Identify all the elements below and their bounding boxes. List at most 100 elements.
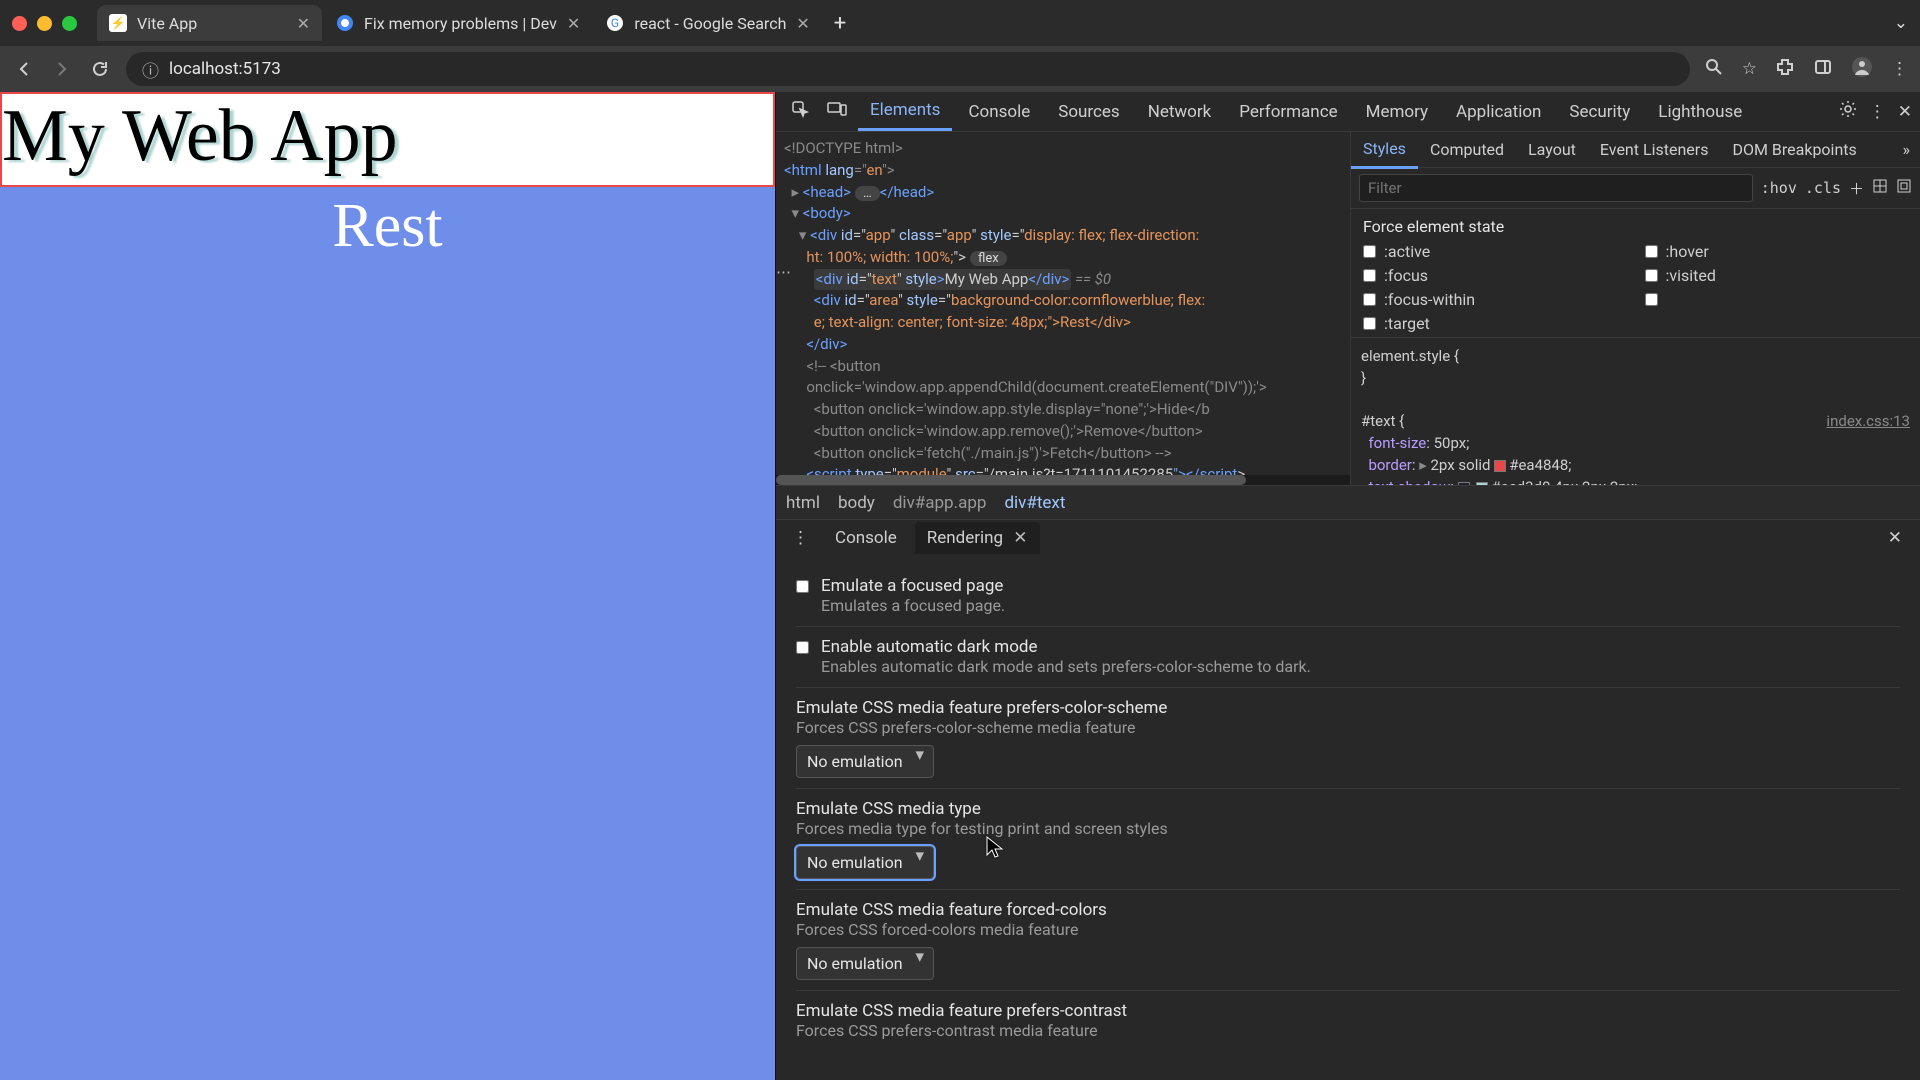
tab-event-listeners[interactable]: Event Listeners [1588, 132, 1721, 167]
new-tab-button[interactable]: + [824, 11, 856, 36]
more-icon[interactable]: ⋮ [1869, 102, 1886, 122]
prefers-color-scheme-select[interactable]: No emulation [796, 745, 934, 778]
device-toggle-icon[interactable] [820, 100, 854, 123]
crumb-html[interactable]: html [786, 493, 820, 513]
traffic-lights [12, 16, 77, 31]
forward-button[interactable] [50, 59, 74, 79]
menu-icon[interactable]: ⋮ [1891, 59, 1908, 79]
drawer-tab-console[interactable]: Console [823, 522, 909, 554]
horizontal-scrollbar[interactable] [776, 475, 1350, 485]
state-focus[interactable]: :focus [1363, 266, 1627, 285]
emulate-focused-page[interactable]: Emulate a focused pageEmulates a focused… [796, 576, 1900, 616]
media-type-label: Emulate CSS media type [796, 799, 1900, 819]
crumb-app[interactable]: div#app.app [893, 493, 987, 513]
state-active[interactable]: :active [1363, 242, 1627, 261]
tab-application[interactable]: Application [1444, 94, 1553, 130]
profile-icon[interactable] [1851, 56, 1873, 83]
media-type-select[interactable]: No emulation [796, 846, 934, 879]
tab-sources[interactable]: Sources [1046, 94, 1131, 130]
crumb-text[interactable]: div#text [1004, 493, 1065, 513]
forced-colors-select[interactable]: No emulation [796, 947, 934, 980]
google-favicon-icon: G [606, 14, 624, 32]
tab-memory[interactable]: Memory [1354, 94, 1440, 130]
toolbar-right: ☆ ⋮ [1704, 56, 1908, 83]
rendering-panel[interactable]: Emulate a focused pageEmulates a focused… [776, 556, 1920, 1080]
reload-button[interactable] [88, 59, 112, 79]
close-tab-icon[interactable]: ✕ [567, 14, 580, 33]
styles-tabs: Styles Computed Layout Event Listeners D… [1351, 132, 1920, 168]
close-tab-icon[interactable]: ✕ [796, 14, 809, 33]
close-devtools-icon[interactable]: ✕ [1898, 102, 1912, 122]
color-swatch-icon[interactable] [1494, 460, 1506, 472]
tab-performance[interactable]: Performance [1227, 94, 1349, 130]
minimize-window-icon[interactable] [37, 16, 52, 31]
drawer-tabs: ⋮ Console Rendering ✕ ✕ [776, 520, 1920, 556]
enable-auto-dark-mode[interactable]: Enable automatic dark modeEnables automa… [796, 637, 1900, 677]
zoom-icon[interactable] [1704, 57, 1724, 82]
tab-styles[interactable]: Styles [1351, 132, 1418, 169]
tab-computed[interactable]: Computed [1418, 132, 1516, 167]
tab-layout[interactable]: Layout [1516, 132, 1588, 167]
tab-title: react - Google Search [634, 14, 786, 33]
tab-vite-app[interactable]: ⚡ Vite App ✕ [97, 5, 322, 41]
box-model-icon[interactable] [1896, 178, 1912, 198]
hov-toggle[interactable]: :hov [1761, 179, 1797, 197]
dom-line: <!DOCTYPE html> [784, 139, 903, 157]
back-button[interactable] [12, 59, 36, 79]
close-tab-icon[interactable]: ✕ [297, 14, 310, 33]
state-focus-visible[interactable] [1645, 290, 1909, 309]
state-hover[interactable]: :hover [1645, 242, 1909, 261]
address-bar[interactable]: ⓘ localhost:5173 [126, 52, 1690, 86]
more-tabs-icon[interactable]: » [1893, 140, 1920, 159]
devtools-tabs: Elements Console Sources Network Perform… [776, 92, 1920, 132]
forced-colors-label: Emulate CSS media feature forced-colors [796, 900, 1900, 920]
tab-strip: ⚡ Vite App ✕ Fix memory problems | Dev ✕… [0, 0, 1920, 46]
extensions-icon[interactable] [1775, 57, 1795, 82]
ellipsis-icon[interactable]: ⋯ [776, 262, 792, 284]
state-focus-within[interactable]: :focus-within [1363, 290, 1627, 309]
page-area: Rest [0, 187, 775, 1080]
tab-elements[interactable]: Elements [858, 92, 952, 131]
sidepanel-icon[interactable] [1813, 57, 1833, 82]
tab-devdocs[interactable]: Fix memory problems | Dev ✕ [324, 5, 592, 41]
vite-favicon-icon: ⚡ [109, 14, 127, 32]
tab-dom-breakpoints[interactable]: DOM Breakpoints [1720, 132, 1868, 167]
prefers-contrast-label: Emulate CSS media feature prefers-contra… [796, 1001, 1900, 1021]
state-visited[interactable]: :visited [1645, 266, 1909, 285]
new-style-rule-icon[interactable]: ＋ [1849, 178, 1864, 199]
drawer-tab-rendering[interactable]: Rendering ✕ [915, 522, 1040, 554]
maximize-window-icon[interactable] [62, 16, 77, 31]
settings-icon[interactable] [1839, 100, 1857, 123]
flex-badge[interactable]: flex [970, 251, 1007, 266]
force-element-state: Force element state :active :hover :focu… [1351, 209, 1920, 338]
inspect-icon[interactable] [784, 100, 816, 123]
cls-toggle[interactable]: .cls [1805, 179, 1841, 197]
workspace: My Web App Rest Elements Console Sources… [0, 92, 1920, 1080]
drawer-menu-icon[interactable]: ⋮ [784, 528, 817, 548]
state-target[interactable]: :target [1363, 314, 1627, 333]
close-drawer-icon[interactable]: ✕ [1878, 528, 1912, 548]
tab-network[interactable]: Network [1136, 94, 1224, 130]
url-text: localhost:5173 [169, 59, 281, 79]
rendered-page: My Web App Rest [0, 92, 775, 1080]
crumb-body[interactable]: body [838, 493, 875, 513]
tab-google[interactable]: G react - Google Search ✕ [594, 5, 821, 41]
bookmark-icon[interactable]: ☆ [1742, 59, 1757, 79]
tab-lighthouse[interactable]: Lighthouse [1646, 94, 1754, 130]
expand-tabs-icon[interactable]: ⌄ [1894, 13, 1908, 33]
computed-toggle-icon[interactable] [1872, 178, 1888, 198]
nav-bar: ⓘ localhost:5173 ☆ ⋮ [0, 46, 1920, 92]
dom-tree[interactable]: ⋯ <!DOCTYPE html> <html lang="en"> ▸ <he… [776, 132, 1350, 485]
devtools-drawer: ⋮ Console Rendering ✕ ✕ Emulate a focuse… [776, 519, 1920, 1080]
site-info-icon[interactable]: ⓘ [142, 57, 159, 82]
css-rules[interactable]: element.style { } #text {index.css:13 fo… [1351, 338, 1920, 485]
dom-breadcrumbs: html body div#app.app div#text [776, 485, 1920, 519]
tab-console[interactable]: Console [956, 94, 1042, 130]
tab-security[interactable]: Security [1557, 94, 1642, 130]
selected-dom-node[interactable]: <div id="text" style>My Web App</div> [814, 269, 1072, 291]
close-rendering-tab-icon[interactable]: ✕ [1009, 528, 1027, 548]
styles-filter-row: :hov .cls ＋ [1351, 168, 1920, 209]
styles-filter-input[interactable] [1359, 174, 1753, 202]
source-link[interactable]: index.css:13 [1826, 411, 1910, 433]
close-window-icon[interactable] [12, 16, 27, 31]
